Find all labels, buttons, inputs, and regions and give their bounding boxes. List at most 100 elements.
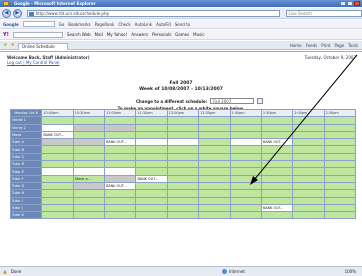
- unavailable-slot: [135, 116, 168, 125]
- yahoo-answers-button[interactable]: Answers: [131, 32, 148, 37]
- unavailable-slot: [72, 152, 106, 162]
- schedule-corner: Monday Oct 8: [9, 108, 43, 118]
- google-autofill-button[interactable]: AutoFill: [156, 22, 171, 27]
- unavailable-slot: [229, 160, 262, 169]
- google-toolbar: Google Go Bookmarks PageRank Check AutoL…: [0, 20, 362, 29]
- google-pagerank-button[interactable]: PageRank: [95, 22, 115, 27]
- unavailable-slot: [292, 145, 325, 154]
- page-menu-button[interactable]: Page: [334, 43, 344, 48]
- minimize-button[interactable]: [340, 1, 346, 6]
- yahoo-personals-button[interactable]: Personals: [152, 32, 171, 37]
- open-slot[interactable]: [41, 167, 74, 176]
- tab-online-schedule[interactable]: Online Schedule: [17, 42, 68, 50]
- time-header: 2:30pm: [323, 108, 357, 118]
- google-bookmarks-button[interactable]: Bookmarks: [68, 22, 90, 27]
- navigation-bar: ◀ ▶ http://www.rtd.unr.edu/schedule.php …: [0, 8, 362, 19]
- add-favorite-icon[interactable]: ★: [10, 42, 14, 48]
- open-slot[interactable]: BANK OUT...: [135, 174, 168, 183]
- tools-menu-button[interactable]: Tools: [348, 43, 358, 48]
- live-search-input[interactable]: Live Search: [285, 9, 362, 17]
- yahoo-search-button[interactable]: Search Web: [67, 32, 91, 37]
- unavailable-slot: [72, 196, 106, 205]
- time-header: 12:00pm: [166, 108, 200, 118]
- window-controls: [340, 1, 360, 6]
- unavailable-slot: [260, 167, 294, 176]
- feeds-button[interactable]: Feeds: [306, 43, 318, 48]
- yahoo-games-button[interactable]: Games: [175, 32, 189, 37]
- unavailable-slot: [41, 174, 74, 183]
- favorites-star-icon[interactable]: ★: [3, 42, 7, 48]
- schedule-select[interactable]: Fall 2007: [210, 98, 255, 104]
- back-button[interactable]: ◀: [2, 8, 11, 18]
- yahoo-search-input[interactable]: [12, 31, 63, 38]
- unavailable-slot: [166, 196, 200, 205]
- open-slot[interactable]: BANK OUT...: [260, 203, 294, 213]
- calendar-icon[interactable]: [257, 98, 264, 104]
- unavailable-slot: [229, 116, 262, 125]
- row-label: Tutor D: [9, 160, 43, 169]
- account-links[interactable]: Log out | My Control Panel: [7, 60, 59, 65]
- open-slot[interactable]: BANK OUT...: [104, 181, 137, 191]
- address-bar[interactable]: http://www.rtd.unr.edu/schedule.php: [26, 9, 280, 17]
- home-button[interactable]: Home: [290, 43, 302, 48]
- open-slot[interactable]: [166, 138, 200, 147]
- row-label: Tutor K: [9, 211, 43, 220]
- time-header: 12:30pm: [198, 108, 231, 118]
- unavailable-slot: [198, 152, 231, 162]
- schedule-row: Vinnie 2: [9, 123, 357, 132]
- unavailable-slot: [229, 181, 262, 191]
- unavailable-slot: [104, 116, 137, 125]
- close-button[interactable]: [354, 1, 360, 6]
- open-slot[interactable]: [41, 123, 74, 132]
- row-label: Tutor A: [9, 138, 43, 147]
- open-slot[interactable]: BANK OUT...: [41, 130, 74, 140]
- time-header: 1:30pm: [260, 108, 294, 118]
- title-bar: Google - Microsoft Internet Explorer: [0, 0, 362, 7]
- unavailable-slot: [166, 174, 200, 183]
- google-go-button[interactable]: Go: [59, 22, 65, 27]
- unavailable-slot: [72, 203, 106, 213]
- open-slot[interactable]: [72, 167, 106, 176]
- yahoo-music-button[interactable]: Music: [193, 32, 204, 37]
- open-slot[interactable]: [135, 138, 168, 147]
- open-slot[interactable]: BANK OUT...: [260, 138, 294, 147]
- row-label: Vinnie 1: [9, 116, 43, 125]
- yahoo-myyahoo-button[interactable]: My Yahoo!: [107, 32, 127, 37]
- open-slot[interactable]: [229, 138, 262, 147]
- unavailable-slot: [292, 152, 325, 162]
- unavailable-slot: [198, 160, 231, 169]
- print-button[interactable]: Print: [321, 43, 330, 48]
- unavailable-slot: [260, 152, 294, 162]
- unavailable-slot: [198, 130, 231, 140]
- unavailable-slot: [323, 211, 357, 220]
- unavailable-slot: [104, 130, 137, 140]
- yahoo-mail-button[interactable]: Mail: [95, 32, 103, 37]
- unavailable-slot: [41, 116, 74, 125]
- zoom-level[interactable]: 100%: [345, 269, 356, 274]
- time-header: 2:00pm: [292, 108, 325, 118]
- unavailable-slot: [260, 123, 294, 132]
- open-slot[interactable]: BANK OUT...: [104, 138, 137, 147]
- schedule-row: Mona BANK OUT...: [9, 130, 357, 140]
- time-header: 10:00am: [41, 108, 74, 118]
- unavailable-slot: [198, 189, 231, 198]
- maximize-button[interactable]: [347, 1, 353, 6]
- google-autolink-button[interactable]: AutoLink: [135, 22, 152, 27]
- unavailable-slot: [135, 152, 168, 162]
- row-label: Tutor C: [9, 152, 43, 162]
- schedule-row: Tutor G BANK OUT...: [9, 181, 357, 191]
- google-sendto-button[interactable]: Send to: [175, 22, 190, 27]
- google-check-button[interactable]: Check: [118, 22, 130, 27]
- unavailable-slot: [292, 196, 325, 205]
- forward-button[interactable]: ▶: [12, 8, 22, 18]
- unavailable-slot: [104, 196, 137, 205]
- open-slot[interactable]: [104, 167, 137, 176]
- unavailable-slot: [41, 196, 74, 205]
- google-search-input[interactable]: [22, 21, 55, 27]
- reserved-slot: [41, 138, 74, 147]
- schedule-row: Tutor A BANK OUT... BANK OUT...: [9, 138, 357, 147]
- tab-label: Online Schedule: [21, 44, 55, 49]
- unavailable-slot: [166, 189, 200, 198]
- unavailable-slot: [166, 181, 200, 191]
- schedule-row: Tutor H: [9, 189, 357, 198]
